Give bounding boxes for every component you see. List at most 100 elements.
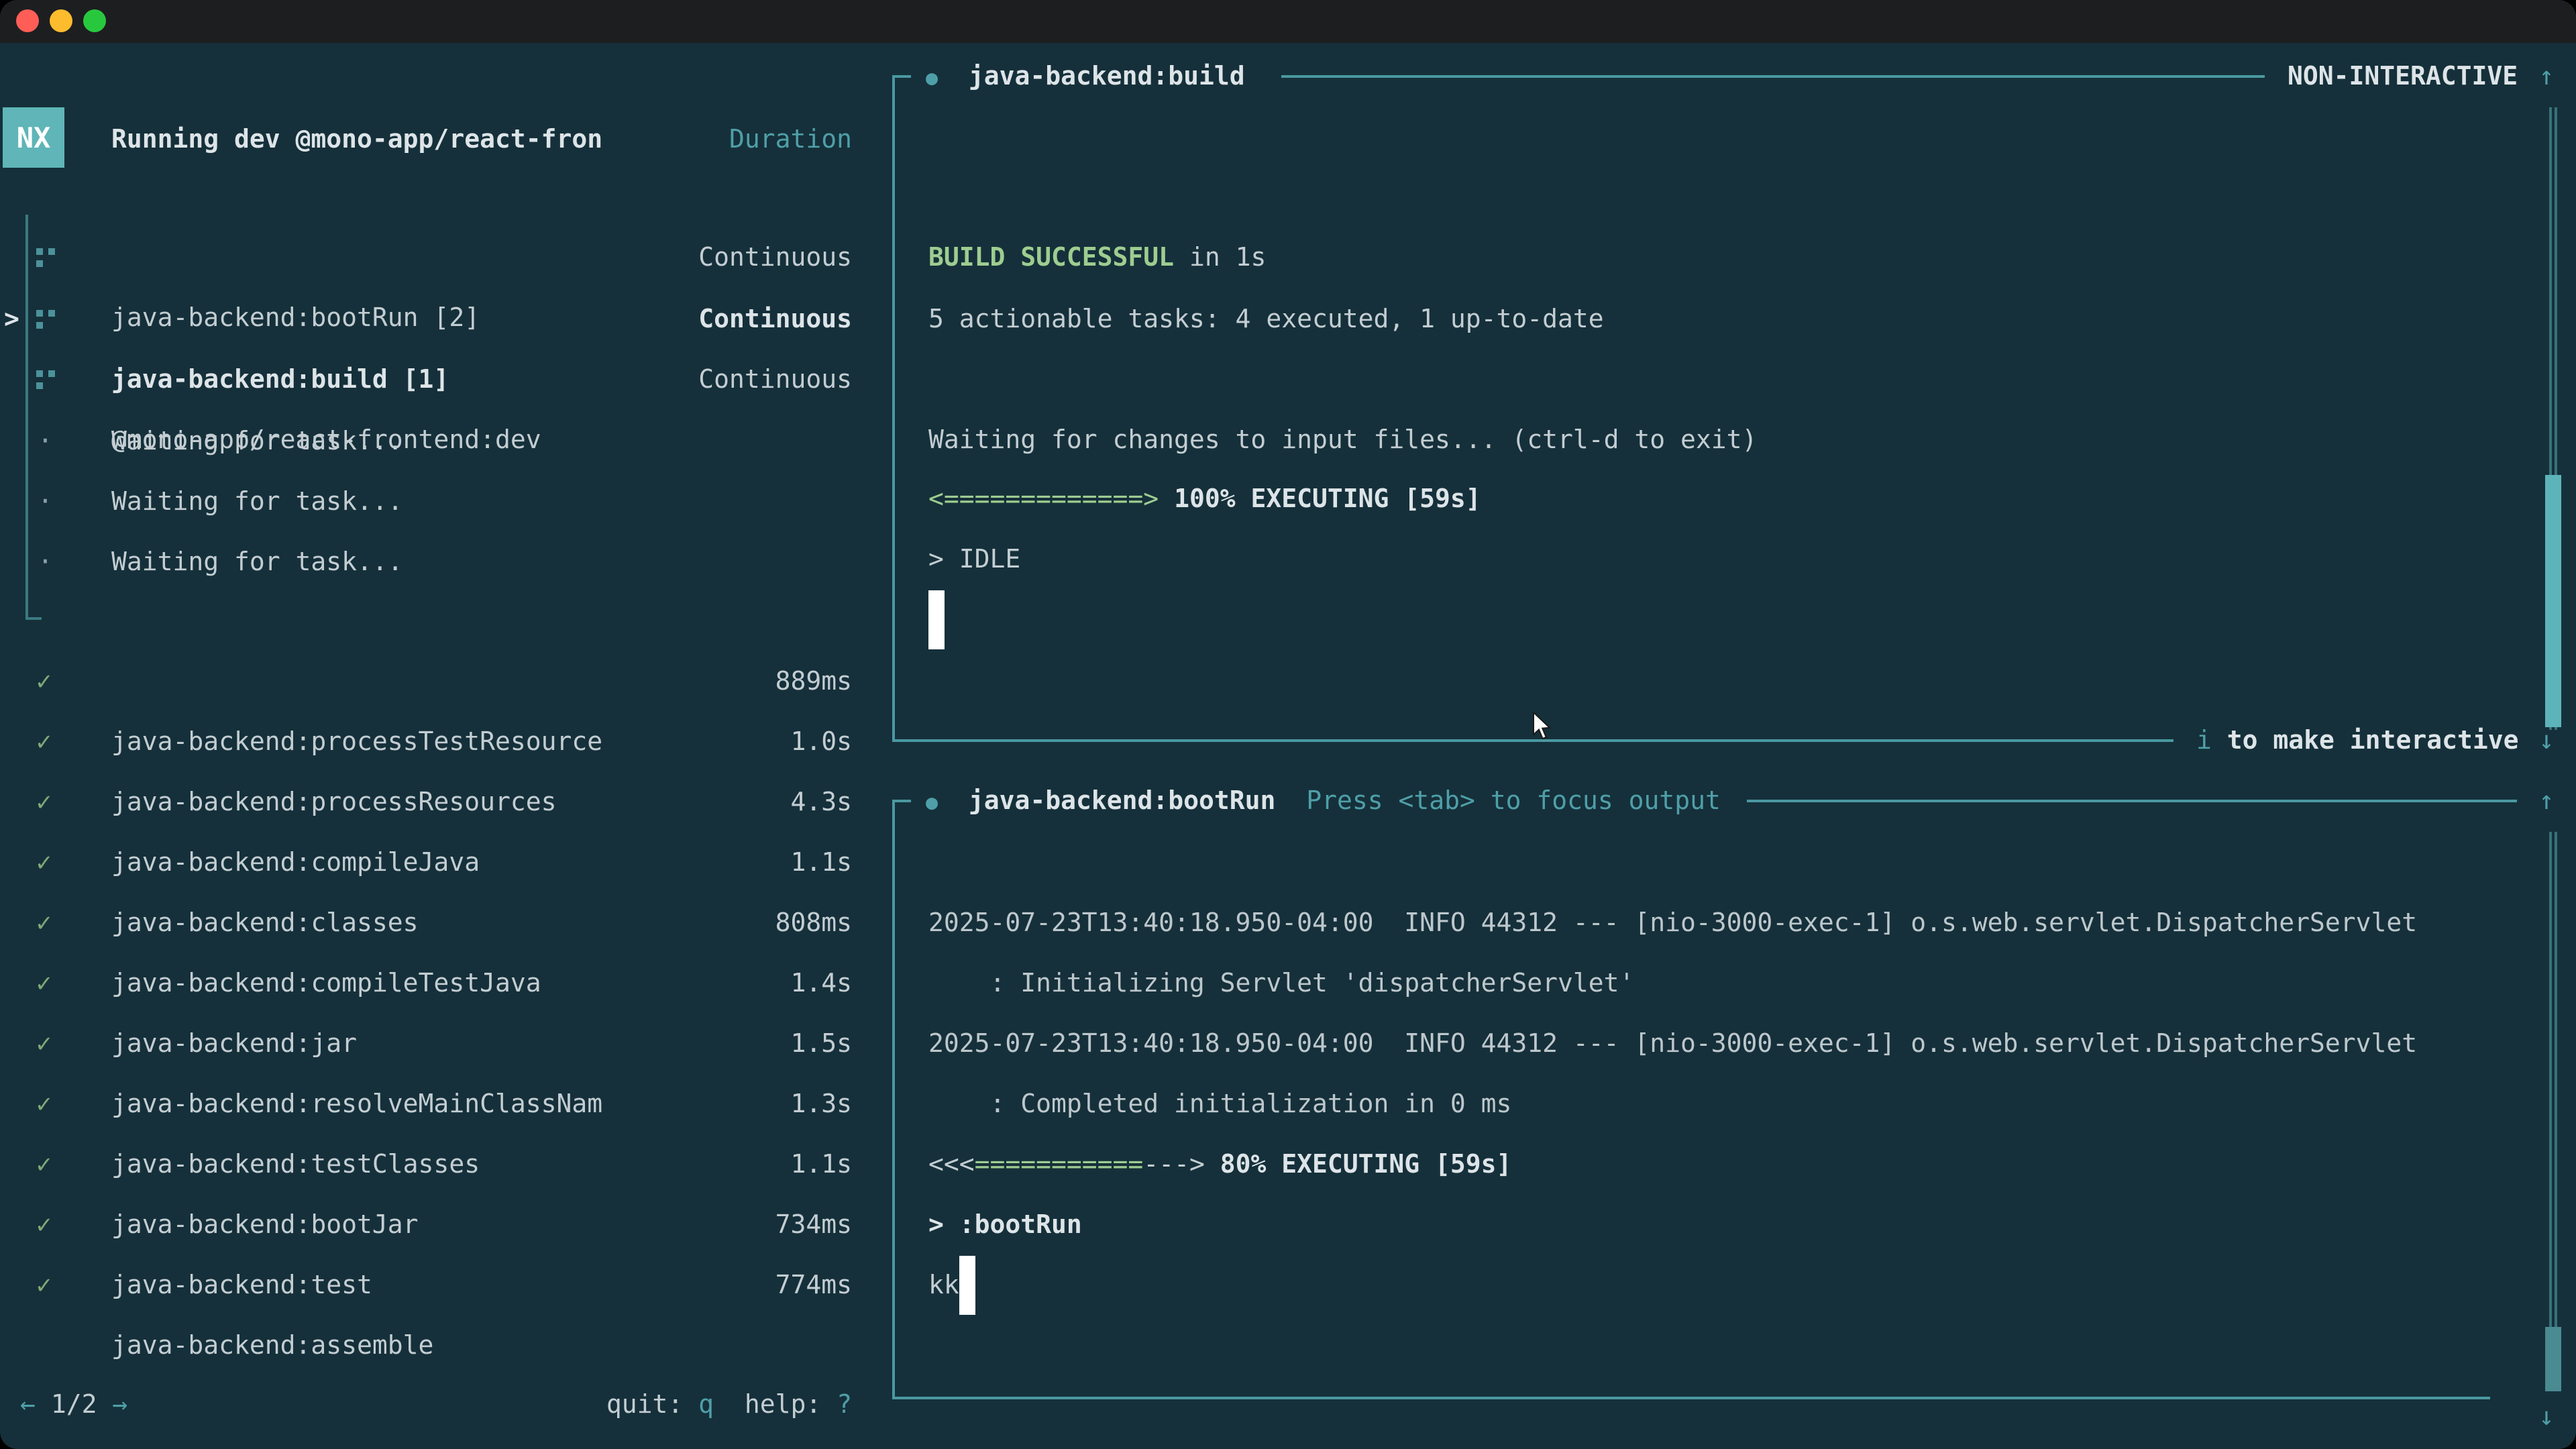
spacer [1275, 786, 1306, 816]
help-bar-text: quit: q help: ? [530, 1375, 852, 1436]
window-titlebar [0, 0, 2576, 43]
task-duration: 734ms [530, 1195, 852, 1256]
spacer [938, 786, 969, 816]
duration-column-header: Duration [0, 110, 872, 170]
bootrun-scrollbar-thumb[interactable] [2545, 1327, 2561, 1391]
task-duration: 4.3s [530, 773, 852, 833]
task-row-bootrun[interactable]: java-backend:bootRun [2] Continuous [0, 228, 872, 288]
completed-task-row[interactable]: java-backend:compileJava 4.3s [0, 773, 872, 833]
task-duration: 1.1s [530, 1135, 852, 1195]
minimize-window-button[interactable] [50, 9, 72, 32]
quit-label: quit: [606, 1390, 698, 1419]
build-scroll-down-icon[interactable]: ↓ [2528, 711, 2565, 771]
help-key[interactable]: ? [837, 1390, 852, 1419]
tasks-summary-line: 5 actionable tasks: 4 executed, 1 up-to-… [928, 290, 1604, 350]
bootrun-scroll-up-icon[interactable]: ↑ [2528, 771, 2565, 832]
bootrun-pane-left-border [892, 801, 895, 1398]
bootrun-input-text[interactable]: kk [928, 1256, 959, 1316]
bootrun-pane-header-rule [1747, 800, 2517, 802]
terminal-window: NX Running dev @mono-app/react-fron Dura… [0, 0, 2576, 1449]
task-duration: 1.5s [530, 1014, 852, 1075]
task-duration: 808ms [530, 894, 852, 954]
help-label: help: [714, 1390, 837, 1419]
build-pane-title: java-backend:build [969, 62, 1245, 91]
task-status: Continuous [530, 350, 852, 411]
bootrun-progress-line: <<<===========---> 80% EXECUTING [59s] [928, 1135, 1511, 1195]
bootrun-scroll-down-icon[interactable]: ↓ [2528, 1387, 2565, 1448]
mouse-pointer-icon [1532, 712, 1552, 747]
log-line: 2025-07-23T13:40:18.950-04:00 INFO 44312… [928, 1014, 2417, 1075]
task-duration: 889ms [530, 652, 852, 712]
progress-status-text: 100% EXECUTING [59s] [1159, 484, 1481, 514]
interactive-hint-text: to make interactive [2212, 726, 2519, 755]
zoom-window-button[interactable] [83, 9, 106, 32]
bootrun-pane-corner [892, 800, 911, 802]
progress-bar-glyphs: =========== [975, 1150, 1144, 1179]
spacer [938, 62, 969, 91]
completed-task-row[interactable]: java-backend:testClasses 1.3s [0, 1075, 872, 1135]
completed-task-row[interactable]: java-backend:test 734ms [0, 1195, 872, 1256]
quit-key[interactable]: q [698, 1390, 714, 1419]
task-duration: 1.0s [530, 712, 852, 773]
build-pane-corner [892, 75, 911, 78]
task-status: Continuous [530, 290, 852, 350]
noninteractive-badge: NON-INTERACTIVE [2288, 47, 2518, 107]
focus-output-hint[interactable]: Press <tab> to focus output [1306, 786, 1721, 816]
pending-dot-icon: · [38, 412, 53, 472]
task-tree-corner [25, 617, 42, 620]
bootrun-prompt-line: > :bootRun [928, 1195, 1082, 1256]
build-pane-header[interactable]: ● java-backend:build [926, 47, 1245, 107]
build-scroll-up-icon[interactable]: ↑ [2528, 47, 2565, 107]
build-scrollbar-thumb[interactable] [2545, 475, 2561, 727]
task-duration: 1.3s [530, 1075, 852, 1135]
completed-task-row[interactable]: java-backend:assemble 774ms [0, 1256, 872, 1316]
build-progress-line: <=============> 100% EXECUTING [59s] [928, 470, 1481, 530]
waiting-changes-line: Waiting for changes to input files... (c… [928, 411, 1757, 471]
task-bullet-icon: ● [926, 790, 938, 814]
task-status: Continuous [530, 228, 852, 288]
completed-task-row[interactable]: java-backend:classes 1.1s [0, 833, 872, 894]
build-pane-left-border [892, 76, 895, 741]
pending-dot-icon: · [38, 472, 53, 533]
close-window-button[interactable] [16, 9, 39, 32]
terminal-window-stage: NX Running dev @mono-app/react-fron Dura… [0, 0, 2576, 1449]
task-row-frontend-dev[interactable]: @mono-app/react-frontend:dev Continuous [0, 350, 872, 411]
log-line: : Initializing Servlet 'dispatcherServle… [928, 954, 1634, 1014]
task-duration: 774ms [530, 1256, 852, 1316]
bootrun-pane-title: java-backend:bootRun [969, 786, 1276, 816]
bootrun-pane-bottom-border [892, 1397, 2490, 1399]
progress-bar-glyphs: <=============> [928, 484, 1159, 514]
completed-task-row[interactable]: java-backend:bootJar 1.1s [0, 1135, 872, 1195]
task-row-build-selected[interactable]: java-backend:build [1] Continuous [0, 290, 872, 350]
build-time-text: in 1s [1174, 243, 1266, 272]
progress-prefix-glyphs: <<< [928, 1150, 975, 1179]
completed-task-row[interactable]: java-backend:jar 1.4s [0, 954, 872, 1014]
completed-task-row[interactable]: java-backend:processResources 1.0s [0, 712, 872, 773]
help-bar: quit: q help: ? [0, 1375, 872, 1436]
bootrun-scrollbar-track[interactable] [2549, 832, 2557, 1387]
log-line: : Completed initialization in 0 ms [928, 1075, 1511, 1135]
build-pane-header-rule [1281, 75, 2265, 78]
task-name: java-backend:assemble [111, 1316, 433, 1377]
pending-task-row: Waiting for task... [111, 472, 403, 533]
interactive-hint-key[interactable]: i [2196, 726, 2212, 755]
interactive-hint: i to make interactive [2196, 711, 2518, 771]
build-result-line: BUILD SUCCESSFUL in 1s [928, 228, 1266, 288]
completed-task-row[interactable]: java-backend:processTestResource 889ms [0, 652, 872, 712]
completed-task-row[interactable]: java-backend:compileTestJava 808ms [0, 894, 872, 954]
pending-task-row: Waiting for task... [111, 412, 403, 472]
task-bullet-icon: ● [926, 66, 938, 90]
build-successful-text: BUILD SUCCESSFUL [928, 243, 1174, 272]
pending-task-row: Waiting for task... [111, 533, 403, 593]
bootrun-pane-header[interactable]: ● java-backend:bootRun Press <tab> to fo… [926, 771, 1721, 832]
progress-status-text: 80% EXECUTING [59s] [1205, 1150, 1512, 1179]
bootrun-terminal-cursor [959, 1256, 975, 1315]
pending-dot-icon: · [38, 533, 53, 593]
idle-line: > IDLE [928, 530, 1020, 590]
task-duration: 1.1s [530, 833, 852, 894]
terminal-screen: NX Running dev @mono-app/react-fron Dura… [0, 43, 2576, 1449]
task-duration: 1.4s [530, 954, 852, 1014]
log-line: 2025-07-23T13:40:18.950-04:00 INFO 44312… [928, 894, 2417, 954]
completed-task-row[interactable]: java-backend:resolveMainClassNam 1.5s [0, 1014, 872, 1075]
build-terminal-cursor [928, 590, 945, 649]
